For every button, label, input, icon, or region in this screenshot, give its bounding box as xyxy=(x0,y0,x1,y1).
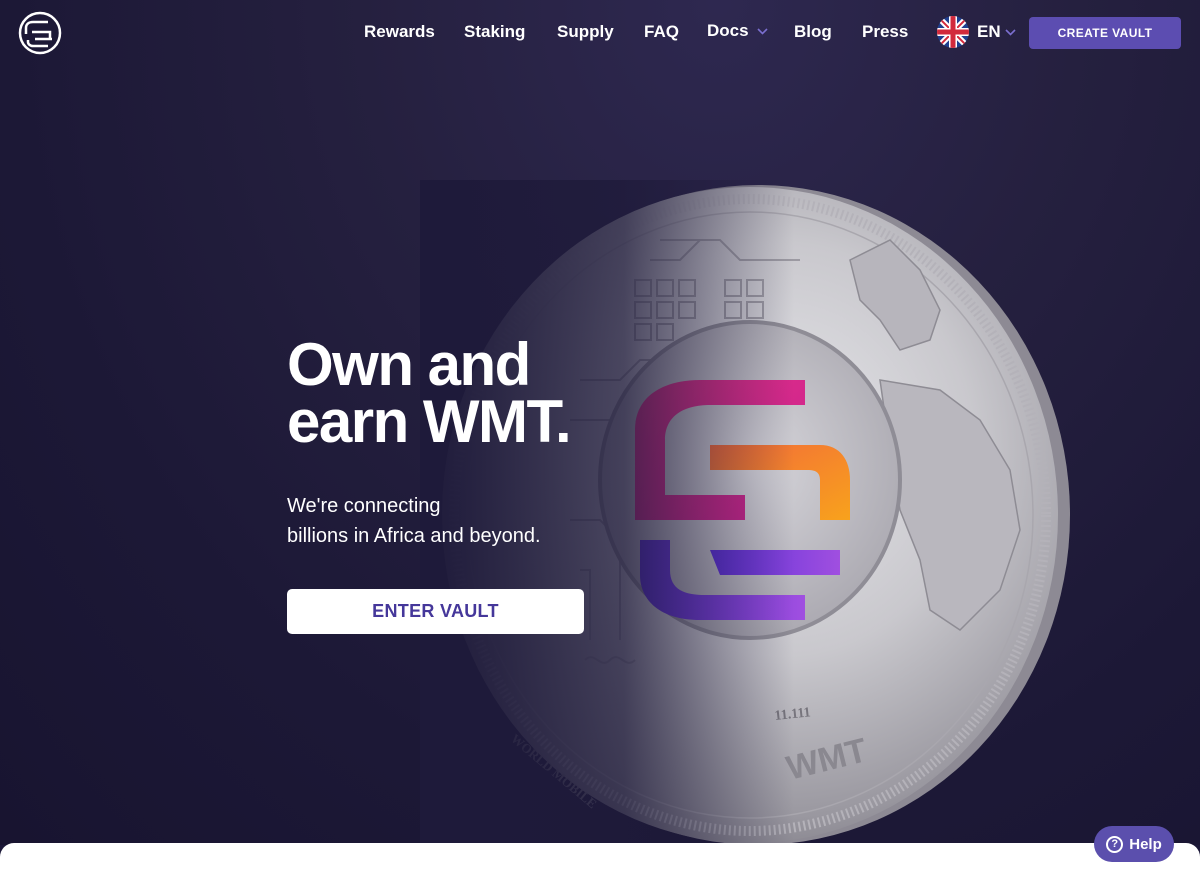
nav-press[interactable]: Press xyxy=(862,22,908,42)
language-selector[interactable]: EN xyxy=(937,16,1016,48)
hero-section: 11.111 WMT WORLD MOBILE Rewards Staking … xyxy=(0,0,1200,845)
create-vault-button[interactable]: CREATE VAULT xyxy=(1029,17,1181,49)
help-label: Help xyxy=(1129,835,1162,853)
question-icon: ? xyxy=(1106,835,1124,853)
next-section xyxy=(0,843,1200,893)
nav-docs[interactable]: Docs xyxy=(707,21,768,41)
enter-vault-button[interactable]: ENTER VAULT xyxy=(287,589,584,634)
hero-subline-line1: We're connecting xyxy=(287,495,441,517)
hero-headline: Own and earn WMT. xyxy=(287,335,647,452)
chevron-down-icon xyxy=(1005,28,1016,36)
hero-headline-line2: earn WMT. xyxy=(287,388,572,455)
nav-faq[interactable]: FAQ xyxy=(644,22,679,42)
language-label: EN xyxy=(977,22,1001,41)
world-mobile-logo-icon[interactable] xyxy=(18,11,62,55)
hero-subline: We're connecting billions in Africa and … xyxy=(287,491,607,551)
nav-docs-label: Docs xyxy=(707,21,749,40)
nav-blog[interactable]: Blog xyxy=(794,22,832,42)
nav-staking[interactable]: Staking xyxy=(464,22,525,42)
top-nav: Rewards Staking Supply FAQ Docs Blog Pre… xyxy=(0,0,1200,66)
chevron-down-icon xyxy=(757,28,768,35)
nav-supply[interactable]: Supply xyxy=(557,22,614,42)
nav-rewards[interactable]: Rewards xyxy=(364,22,435,42)
help-button[interactable]: ? Help xyxy=(1094,826,1174,862)
hero-subline-line2: billions in Africa and beyond. xyxy=(287,525,541,547)
uk-flag-icon xyxy=(937,16,969,48)
